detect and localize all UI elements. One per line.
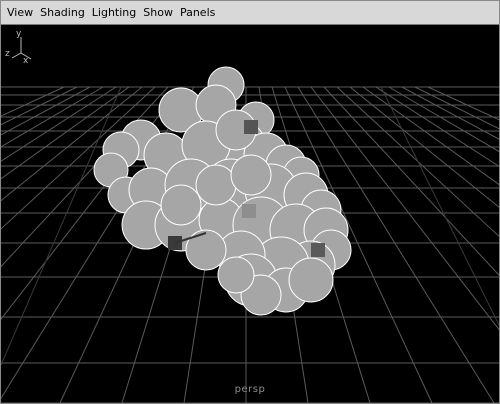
viewport-scene bbox=[1, 66, 499, 403]
menu-show[interactable]: Show bbox=[140, 5, 176, 21]
grid-line bbox=[414, 86, 499, 130]
grid-line bbox=[380, 86, 499, 326]
sphere-cluster[interactable] bbox=[93, 66, 352, 316]
grid-line bbox=[1, 86, 104, 148]
menu-view[interactable]: View bbox=[4, 5, 36, 21]
sphere[interactable] bbox=[185, 229, 227, 271]
grid-line bbox=[349, 86, 499, 208]
sphere[interactable] bbox=[217, 256, 255, 294]
transform-handle-icon[interactable] bbox=[242, 204, 256, 218]
transform-handle-icon[interactable] bbox=[311, 243, 325, 257]
grid-line bbox=[1, 86, 130, 180]
menu-shading[interactable]: Shading bbox=[37, 5, 88, 21]
axis-indicator-icon: y z x bbox=[5, 29, 32, 65]
axis-y-label: y bbox=[16, 29, 22, 39]
sphere[interactable] bbox=[195, 164, 237, 206]
grid-line bbox=[1, 86, 122, 366]
sphere[interactable] bbox=[230, 154, 272, 196]
perspective-viewport[interactable]: y z x persp bbox=[1, 25, 499, 403]
grid-line bbox=[1, 86, 91, 136]
sphere[interactable] bbox=[160, 184, 202, 226]
panel-menubar: View Shading Lighting Show Panels bbox=[1, 1, 499, 25]
axis-x-label: x bbox=[23, 56, 29, 65]
sphere[interactable] bbox=[288, 257, 334, 303]
grid-line bbox=[401, 86, 499, 140]
grid-line bbox=[336, 86, 499, 237]
viewport-window: View Shading Lighting Show Panels y z x … bbox=[0, 0, 500, 404]
camera-label: persp bbox=[234, 384, 266, 395]
grid-line bbox=[388, 86, 499, 153]
grid-line bbox=[375, 86, 499, 167]
transform-handle-icon[interactable] bbox=[244, 120, 258, 134]
grid-line bbox=[362, 86, 499, 186]
menu-panels[interactable]: Panels bbox=[177, 5, 218, 21]
axis-z-label: z bbox=[5, 49, 10, 59]
menu-lighting[interactable]: Lighting bbox=[89, 5, 139, 21]
grid-line bbox=[427, 86, 499, 121]
grid-line bbox=[1, 86, 78, 126]
grid-line bbox=[1, 86, 65, 117]
